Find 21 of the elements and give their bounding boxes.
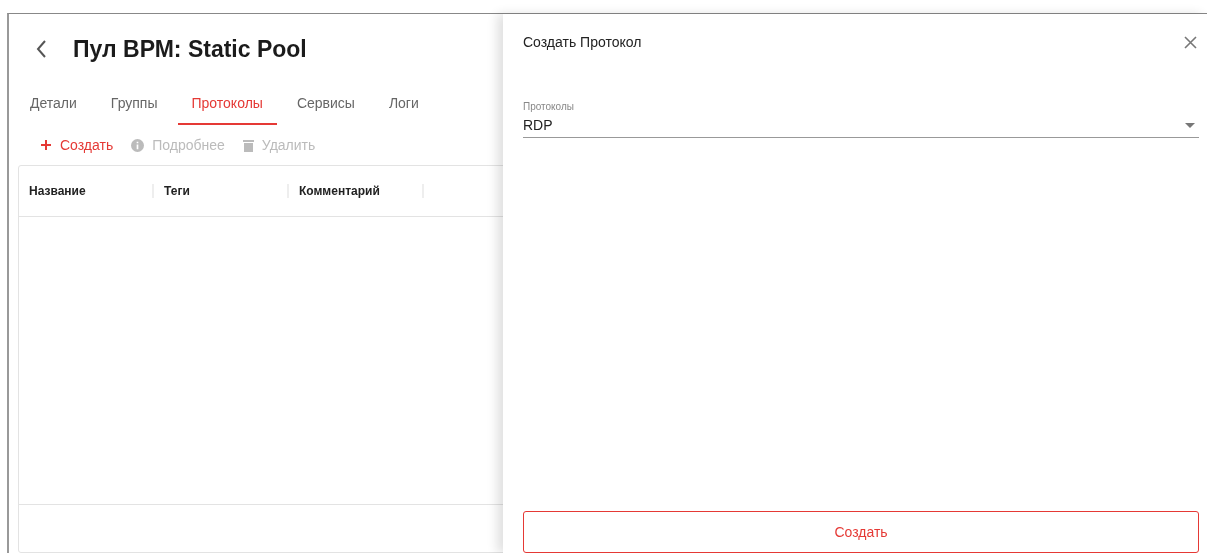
field-label: Протоколы	[523, 101, 574, 112]
trash-icon	[242, 138, 254, 152]
tab[interactable]: Детали	[30, 89, 77, 125]
tab[interactable]: Сервисы	[296, 89, 355, 125]
close-icon[interactable]	[1184, 35, 1197, 49]
tab[interactable]: Логи	[388, 89, 419, 125]
back-icon[interactable]	[35, 39, 47, 59]
info-icon	[131, 138, 145, 152]
dropdown-caret-icon	[1185, 122, 1195, 128]
field-value: RDP	[523, 117, 553, 133]
protocol-select[interactable]: Протоколы RDP	[523, 96, 1199, 138]
column-header[interactable]: Теги	[164, 184, 190, 198]
plus-icon	[40, 139, 52, 151]
tab[interactable]: Группы	[110, 89, 158, 125]
drawer-title: Создать Протокол	[523, 34, 642, 50]
submit-button[interactable]: Создать	[523, 511, 1199, 553]
column-header[interactable]: Название	[29, 184, 86, 198]
page-title: Пул ВРМ: Static Pool	[73, 35, 307, 63]
action-button[interactable]: Создать	[40, 137, 114, 153]
column-header[interactable]: Комментарий	[299, 184, 380, 198]
tab[interactable]: Протоколы	[177, 89, 277, 125]
